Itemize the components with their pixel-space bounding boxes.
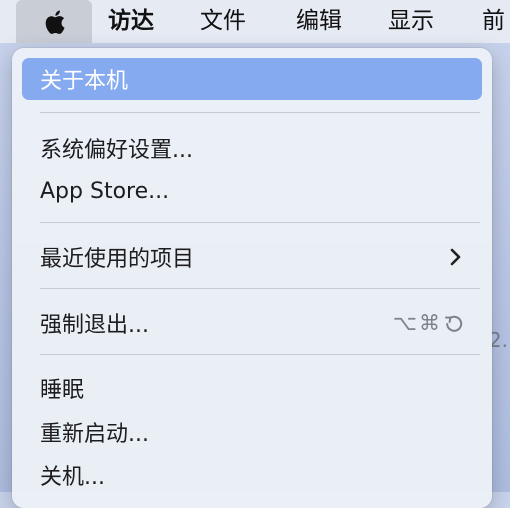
menu-separator: [40, 288, 480, 289]
menu-item-shut-down[interactable]: 关机...: [22, 454, 482, 496]
menu-item-label: 强制退出...: [40, 313, 149, 338]
menubar-item-finder[interactable]: 访达: [108, 0, 154, 43]
menubar-item-file[interactable]: 文件: [200, 0, 246, 43]
menu-item-label: App Store...: [40, 178, 170, 204]
escape-key-icon: [445, 315, 463, 332]
menubar-item-view[interactable]: 显示: [388, 0, 434, 43]
menu-bar: 访达 文件 编辑 显示 前: [0, 0, 510, 43]
menu-item-recent-items[interactable]: 最近使用的项目: [22, 236, 482, 278]
menubar-item-edit[interactable]: 编辑: [296, 0, 342, 43]
menu-item-label: 睡眠: [40, 378, 85, 403]
keyboard-shortcut: ⌥⌘: [393, 311, 464, 335]
menu-separator: [40, 354, 480, 355]
menu-separator: [40, 222, 480, 223]
apple-dropdown-menu: 关于本机 系统偏好设置... App Store... 最近使用的项目 强制退出…: [12, 48, 492, 508]
shortcut-keys: ⌥⌘: [392, 311, 442, 335]
menu-item-app-store[interactable]: App Store...: [22, 170, 482, 212]
menu-item-sleep[interactable]: 睡眠: [22, 367, 482, 409]
menu-item-about-this-mac[interactable]: 关于本机: [22, 58, 482, 100]
apple-menu-button[interactable]: [16, 0, 92, 43]
menu-item-force-quit[interactable]: 强制退出... ⌥⌘: [22, 302, 482, 344]
menu-item-label: 最近使用的项目: [40, 247, 195, 272]
menu-item-system-preferences[interactable]: 系统偏好设置...: [22, 127, 482, 169]
chevron-right-icon: [450, 248, 461, 266]
menu-separator: [40, 112, 480, 113]
menu-item-label: 关机...: [40, 465, 105, 490]
menu-item-label: 关于本机: [40, 69, 129, 94]
menu-item-label: 系统偏好设置...: [40, 138, 193, 163]
apple-logo-icon: [45, 10, 65, 34]
menu-item-label: 重新启动...: [40, 422, 149, 447]
menu-item-restart[interactable]: 重新启动...: [22, 411, 482, 453]
menubar-item-go[interactable]: 前: [482, 0, 505, 43]
